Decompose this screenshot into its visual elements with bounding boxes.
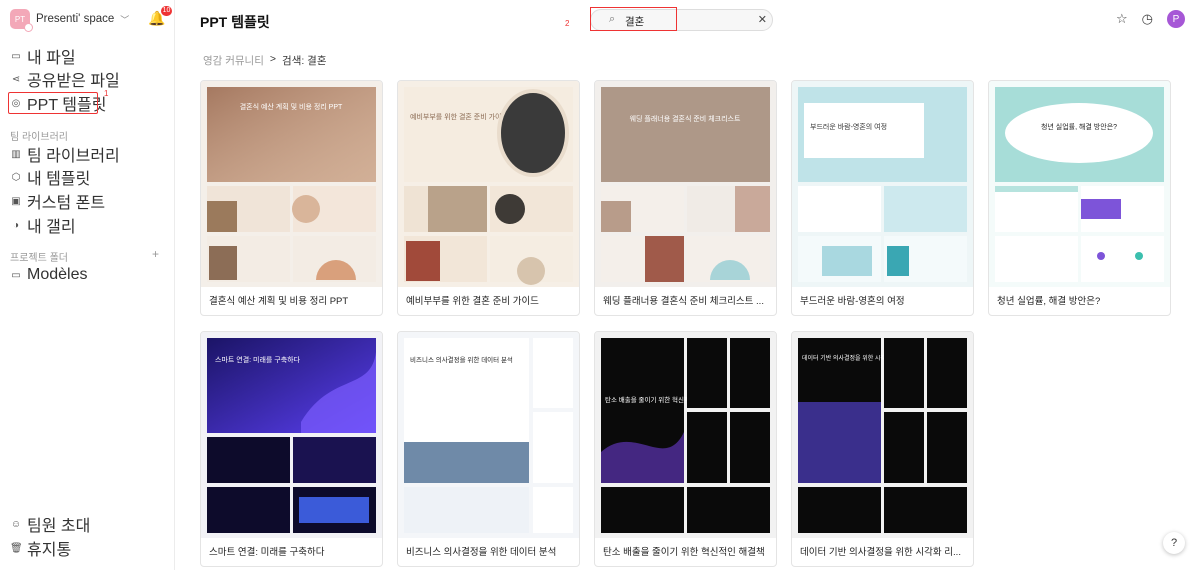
user-avatar[interactable]: P xyxy=(1167,10,1185,28)
thumbnail-title: 스마트 연결: 미래를 구축하다 xyxy=(215,355,301,364)
highlight-box-2 xyxy=(590,7,677,31)
card-title: 예비부부를 위한 결혼 준비 가이드 xyxy=(406,296,539,307)
project-folder-heading: 프로젝트 폴더 xyxy=(10,253,68,264)
template-card[interactable]: 비즈니스 의사결정을 위한 데이터 분석 비즈니스 의사결정을 위한 데이터 분… xyxy=(397,331,580,567)
template-thumbnail: 데이터 기반 의사결정을 위한 시각화 리포트 xyxy=(792,332,973,538)
chevron-down-icon: ﹀ xyxy=(120,14,130,25)
box-icon: ⬡ xyxy=(11,171,21,183)
template-thumbnail: 비즈니스 의사결정을 위한 데이터 분석 xyxy=(398,332,579,538)
main-content: PPT 템플릿 2 ⌕ 결혼 ✕ ☆ ◷ P 영감 커뮤니티 > 검색: 결혼 … xyxy=(175,0,1200,570)
thumbnail-title: 부드러운 바람-영혼의 여정 xyxy=(810,122,887,131)
file-icon: ▭ xyxy=(11,50,21,62)
library-icon: ▥ xyxy=(11,148,21,160)
template-thumbnail: 탄소 배출을 줄이기 위한 혁신적인 해결책 xyxy=(595,332,776,538)
sidebar-item-custom-fonts[interactable]: ▣ 커스텀 폰트 xyxy=(10,192,105,212)
breadcrumb-root[interactable]: 영감 커뮤니티 xyxy=(203,53,264,68)
template-card[interactable]: 부드러운 바람-영혼의 여정 부드러운 바람-영혼의 여정 xyxy=(791,80,974,316)
thumbnail-title: 웨딩 플래너용 결혼식 준비 체크리스트 xyxy=(630,114,741,123)
workspace-avatar: PT xyxy=(10,9,33,32)
notification-badge: 10 xyxy=(160,6,173,16)
template-thumbnail: 청년 실업률, 해결 방안은? xyxy=(989,81,1170,287)
card-title: 비즈니스 의사결정을 위한 데이터 분석 xyxy=(406,547,557,558)
sidebar-item-my-templates[interactable]: ⬡ 내 템플릿 xyxy=(10,168,91,188)
template-card[interactable]: 탄소 배출을 줄이기 위한 혁신적인 해결책 탄소 배출을 줄이기 위한 혁신적… xyxy=(594,331,777,567)
history-icon[interactable]: ◷ xyxy=(1142,11,1153,27)
clear-search-icon[interactable]: ✕ xyxy=(758,13,767,26)
font-icon: ▣ xyxy=(11,195,21,207)
breadcrumb-current: 검색: 결혼 xyxy=(282,55,327,67)
card-title: 스마트 연결: 미래를 구축하다 xyxy=(209,547,325,558)
sidebar-item-my-gallery[interactable]: ◑ 내 갤리 xyxy=(10,216,76,236)
card-title: 탄소 배출을 줄이기 위한 혁신적인 해결책 xyxy=(603,547,765,558)
template-thumbnail: 결혼식 예산 계획 및 비용 정리 PPT xyxy=(201,81,382,287)
card-title: 결혼식 예산 계획 및 비용 정리 PPT xyxy=(209,296,349,307)
thumbnail-title: 청년 실업률, 해결 방안은? xyxy=(1041,122,1117,131)
add-folder-icon[interactable]: + xyxy=(152,247,159,261)
sidebar: PT Presenti' space ﹀ 🔔 10 ▭ 내 파일 ⋖ 공유받은 파일 … xyxy=(0,0,175,570)
page-title: PPT 템플릿 xyxy=(200,14,270,30)
bell-icon[interactable]: 🔔 10 xyxy=(148,6,173,27)
card-title: 청년 실업률, 해결 방안은? xyxy=(997,296,1101,307)
folder-icon: ▭ xyxy=(11,269,21,281)
template-card[interactable]: 결혼식 예산 계획 및 비용 정리 PPT 결혼식 예산 계획 및 비용 정리 … xyxy=(200,80,383,316)
template-card[interactable]: 데이터 기반 의사결정을 위한 시각화 리포트 데이터 기반 의사결정을 위한 … xyxy=(791,331,974,567)
annotation-2: 2 xyxy=(565,19,570,28)
card-title: 웨딩 플래너용 결혼식 준비 체크리스트 ... xyxy=(603,296,764,307)
team-library-heading: 팀 라이브러리 xyxy=(10,132,68,143)
thumbnail-title: 결혼식 예산 계획 및 비용 정리 PPT xyxy=(240,102,343,111)
workspace-switcher[interactable]: PT Presenti' space ﹀ xyxy=(10,9,130,32)
template-thumbnail: 부드러운 바람-영혼의 여정 xyxy=(792,81,973,287)
sidebar-item-shared[interactable]: ⋖ 공유받은 파일 xyxy=(10,70,120,90)
template-thumbnail: 스마트 연결: 미래를 구축하다 xyxy=(201,332,382,538)
breadcrumb-separator: > xyxy=(269,53,277,65)
star-icon[interactable]: ☆ xyxy=(1116,11,1128,27)
template-thumbnail: 웨딩 플래너용 결혼식 준비 체크리스트 xyxy=(595,81,776,287)
sidebar-item-trash[interactable]: 🗑 휴지통 xyxy=(10,539,71,559)
sidebar-item-invite[interactable]: ☺ 팀원 초대 xyxy=(10,515,90,535)
template-card[interactable]: 예비부부를 위한 결혼 준비 가이드 예비부부를 위한 결혼 준비 가이드 xyxy=(397,80,580,316)
thumbnail-title: 예비부부를 위한 결혼 준비 가이드 xyxy=(410,112,508,121)
sidebar-item-my-files[interactable]: ▭ 내 파일 xyxy=(10,47,75,67)
breadcrumb: 영감 커뮤니티 > 검색: 결혼 xyxy=(203,53,327,68)
template-thumbnail: 예비부부를 위한 결혼 준비 가이드 xyxy=(398,81,579,287)
card-title: 부드러운 바람-영혼의 여정 xyxy=(800,296,905,307)
highlight-box-1 xyxy=(8,92,98,114)
share-icon: ⋖ xyxy=(11,73,21,85)
card-title: 데이터 기반 의사결정을 위한 시각화 리... xyxy=(800,547,961,558)
palette-icon: ◑ xyxy=(12,219,20,231)
template-card[interactable]: 스마트 연결: 미래를 구축하다 스마트 연결: 미래를 구축하다 xyxy=(200,331,383,567)
sidebar-item-modeles[interactable]: ▭ Modèles xyxy=(10,266,87,284)
sidebar-item-team-library[interactable]: ▥ 팀 라이브러리 xyxy=(10,145,120,165)
top-actions: ☆ ◷ P xyxy=(1116,10,1185,28)
trash-icon: 🗑 xyxy=(10,542,23,554)
invite-icon: ☺ xyxy=(10,518,22,530)
workspace-name: Presenti' space xyxy=(36,13,115,25)
template-card[interactable]: 청년 실업률, 해결 방안은? 청년 실업률, 해결 방안은? xyxy=(988,80,1171,316)
thumbnail-title: 비즈니스 의사결정을 위한 데이터 분석 xyxy=(410,355,513,364)
help-button[interactable]: ? xyxy=(1163,532,1185,554)
template-card[interactable]: 웨딩 플래너용 결혼식 준비 체크리스트 웨딩 플래너용 결혼식 준비 체크리스… xyxy=(594,80,777,316)
annotation-1: 1 xyxy=(104,89,109,98)
